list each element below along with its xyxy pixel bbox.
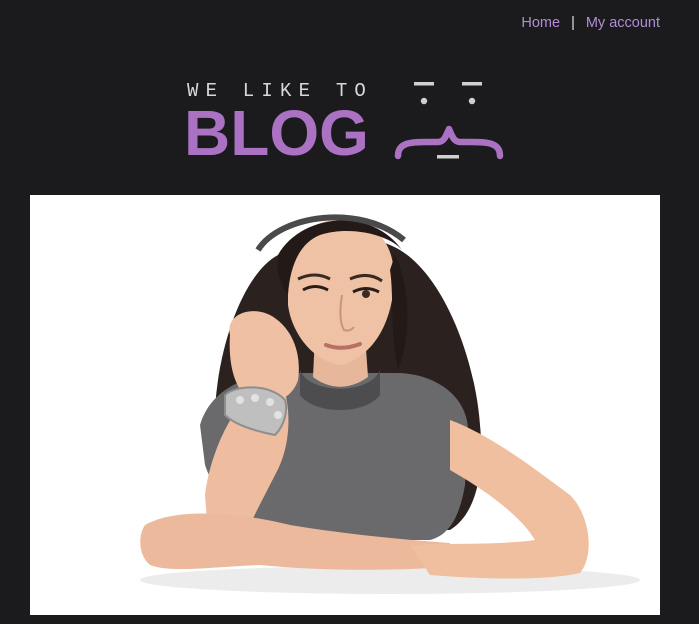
- top-nav: Home | My account: [521, 15, 660, 31]
- site-logo[interactable]: WE LIKE TO BLOG: [184, 76, 504, 168]
- bored-girl-photo: [140, 214, 640, 594]
- home-link[interactable]: Home: [521, 15, 560, 31]
- nav-separator: |: [571, 15, 575, 31]
- hero-image: [30, 195, 660, 615]
- logo-wordmark: BLOG: [184, 97, 369, 169]
- bored-face-icon: [394, 82, 504, 160]
- my-account-link[interactable]: My account: [586, 15, 660, 31]
